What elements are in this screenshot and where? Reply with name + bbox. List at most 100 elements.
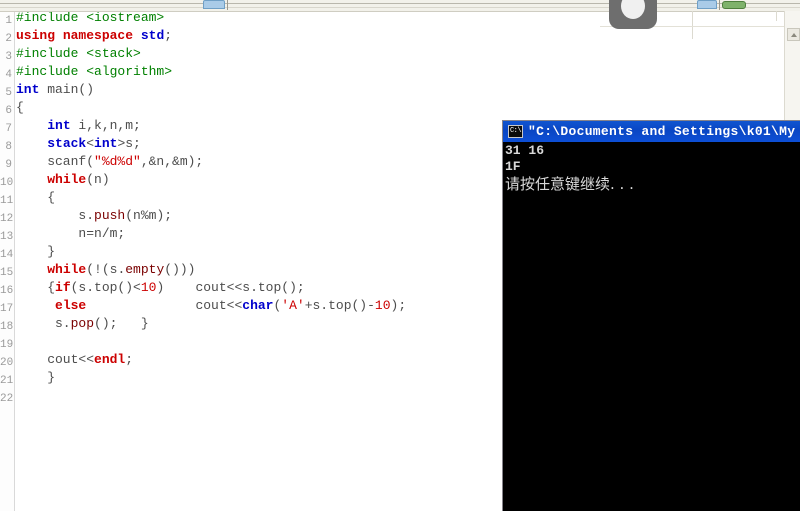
triangle-up-icon: [791, 33, 797, 37]
code-token: s.: [16, 208, 95, 223]
screenshot-root: 1 #include <iostream> 2 using namespace std…: [0, 0, 800, 511]
console-output-line: 1F: [505, 159, 521, 174]
code-line-text: s.push(n%m);: [16, 207, 172, 225]
code-line[interactable]: 6{: [0, 99, 790, 117]
code-token: ())): [164, 262, 196, 277]
console-output-line: 请按任意键继续. . .: [505, 175, 634, 193]
cursor-overlay-dot: [621, 0, 645, 19]
line-number: 22: [0, 393, 14, 405]
code-line-text: n=n/m;: [16, 225, 125, 243]
code-token: while: [47, 262, 87, 277]
code-token: char: [242, 298, 274, 313]
code-token: cout<<: [16, 352, 95, 367]
code-token: 10: [140, 280, 157, 295]
code-token: );: [390, 298, 407, 313]
code-token: while: [47, 172, 87, 187]
code-line-text: {if(s.top()<10) cout<<s.top();: [16, 279, 305, 297]
code-line[interactable]: 2 using namespace std;: [0, 27, 790, 45]
console-app-icon: C:\: [508, 125, 523, 138]
code-line-text: cout<<endl;: [16, 351, 133, 369]
code-token: (n%m);: [125, 208, 173, 223]
code-line-text: int i,k,n,m;: [16, 117, 141, 135]
code-token: using: [16, 28, 56, 43]
code-line-text: int main(): [16, 81, 94, 99]
code-token: {: [16, 190, 56, 205]
code-token: push: [94, 208, 126, 223]
code-token: <algorithm>: [86, 64, 173, 79]
code-line-text: using namespace std;: [16, 27, 172, 45]
code-token: ;: [164, 28, 173, 43]
toolbar-green-button[interactable]: [722, 1, 746, 9]
code-line-text: while(n): [16, 171, 109, 189]
code-token: <iostream>: [86, 10, 165, 25]
code-token: <: [86, 136, 95, 151]
code-token: ) cout<<s.top();: [156, 280, 305, 295]
code-token: n=n/m;: [16, 226, 126, 241]
toolbar-rail-upper: [0, 3, 800, 4]
code-token: (s.top()<: [70, 280, 141, 295]
console-window[interactable]: C:\ "C:\Documents and Settings\k01\My 31…: [502, 120, 800, 511]
code-line-text: while(!(s.empty())): [16, 261, 195, 279]
code-token: stack: [47, 136, 87, 151]
code-line[interactable]: 3 #include <stack>: [0, 45, 790, 63]
console-titlebar[interactable]: C:\ "C:\Documents and Settings\k01\My: [503, 121, 800, 142]
code-token: endl: [94, 352, 126, 367]
code-line-text: {: [16, 99, 24, 117]
code-token: int: [47, 118, 71, 133]
code-line-text: }: [16, 369, 55, 387]
console-window-title: "C:\Documents and Settings\k01\My: [528, 124, 796, 139]
panel-divider-vertical-2: [776, 11, 777, 21]
code-token: std: [140, 28, 165, 43]
code-token: cout<<: [86, 298, 243, 313]
scroll-up-arrow-icon[interactable]: [787, 28, 800, 41]
code-line-text: #include <stack>: [16, 45, 141, 63]
code-token: #include: [16, 46, 87, 61]
code-token: else: [55, 298, 87, 313]
code-token: if: [55, 280, 71, 295]
panel-divider-vertical-1: [692, 11, 693, 39]
code-token: "%d%d": [94, 154, 141, 169]
code-token: ,&n,&m);: [140, 154, 204, 169]
code-token: >s;: [117, 136, 141, 151]
code-token: 'A': [281, 298, 305, 313]
code-token: #include: [16, 64, 87, 79]
code-token: (); }: [94, 316, 149, 331]
tab-fragment-blue-right[interactable]: [697, 0, 717, 9]
code-line-text: else cout<<char('A'+s.top()-10);: [16, 297, 406, 315]
top-toolbar-strip: [0, 0, 800, 12]
code-token: {: [16, 100, 24, 115]
toolbar-rail-lower: [0, 7, 800, 8]
code-token: ;: [125, 352, 134, 367]
code-token: {: [16, 280, 56, 295]
code-line[interactable]: 5 int main(): [0, 81, 790, 99]
console-output-area[interactable]: 31 16 1F 请按任意键继续. . .: [503, 142, 800, 511]
code-token: empty: [125, 262, 165, 277]
code-line-text: {: [16, 189, 55, 207]
code-token: +s.top()-: [304, 298, 375, 313]
code-token: i,k,n,m;: [70, 118, 141, 133]
tab-fragment-blue[interactable]: [203, 0, 225, 9]
code-token: int: [16, 82, 40, 97]
tab-divider-right: [719, 0, 720, 10]
code-token: pop: [70, 316, 95, 331]
code-token: }: [16, 370, 56, 385]
code-token: int: [94, 136, 118, 151]
code-token: (!(s.: [86, 262, 126, 277]
code-token: s.: [16, 316, 71, 331]
code-line-text: stack<int>s;: [16, 135, 141, 153]
code-line-text: scanf("%d%d",&n,&m);: [16, 153, 203, 171]
code-token: #include: [16, 10, 87, 25]
code-token: main(): [39, 82, 95, 97]
code-token: 10: [374, 298, 391, 313]
code-token: scanf(: [16, 154, 95, 169]
code-token: namespace: [62, 28, 134, 43]
code-line-text: s.pop(); }: [16, 315, 149, 333]
tab-divider-left: [227, 0, 228, 10]
code-line[interactable]: 4 #include <algorithm>: [0, 63, 790, 81]
